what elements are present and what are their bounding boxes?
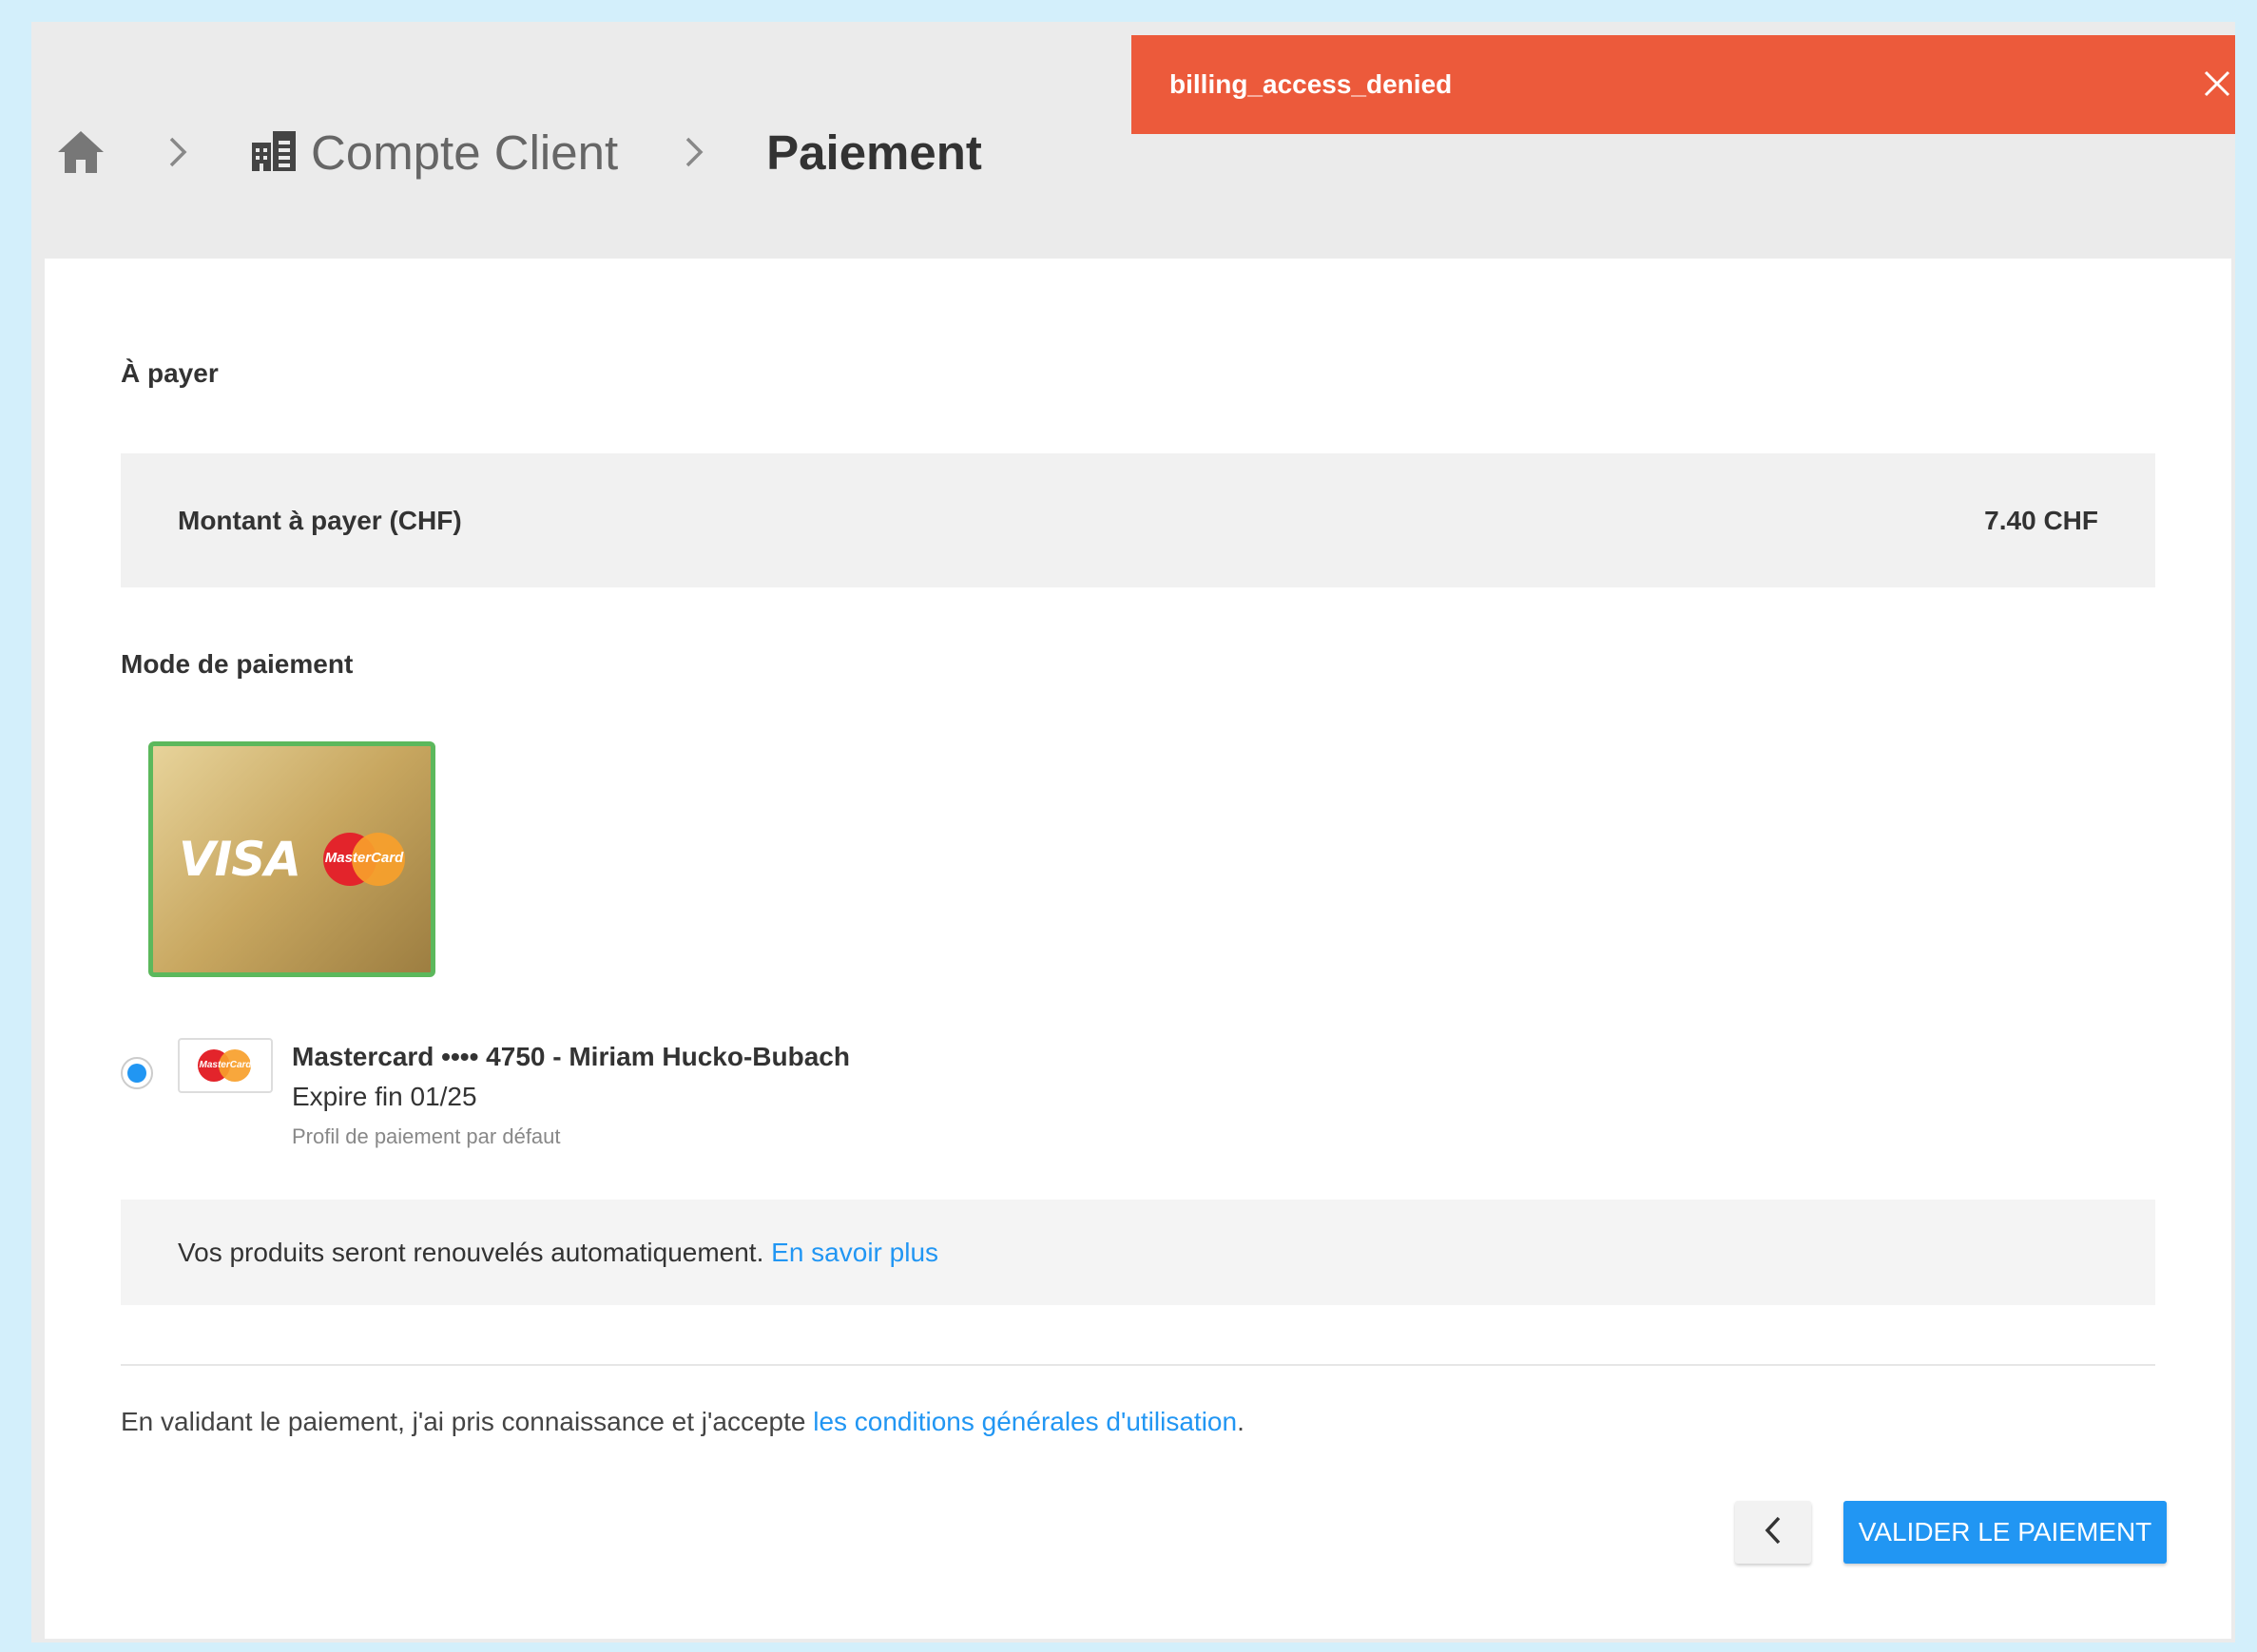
payment-method-heading: Mode de paiement (121, 649, 354, 679)
amount-row: Montant à payer (CHF) 7.40 CHF (121, 453, 2155, 587)
page-title: Paiement (766, 125, 982, 180)
card-title: Mastercard •••• 4750 - Miriam Hucko-Buba… (292, 1042, 850, 1071)
chevron-right-icon (681, 133, 709, 171)
breadcrumb: Compte Client Paiement (54, 100, 982, 204)
to-pay-heading: À payer (121, 358, 219, 388)
payment-method-details: Mastercard •••• 4750 - Miriam Hucko-Buba… (292, 1038, 850, 1156)
mastercard-logo: MasterCard (323, 833, 405, 886)
chevron-right-icon (164, 133, 193, 171)
terms-link[interactable]: les conditions générales d'utilisation (813, 1407, 1237, 1436)
terms-notice: En validant le paiement, j'ai pris conna… (121, 1407, 1244, 1437)
default-profile-note: Profil de paiement par défaut (292, 1124, 561, 1148)
amount-value: 7.40 CHF (1984, 505, 2098, 535)
home-icon[interactable] (54, 125, 107, 179)
toast-message: billing_access_denied (1169, 69, 1453, 99)
payment-method-radio[interactable] (121, 1057, 153, 1089)
breadcrumb-account[interactable]: Compte Client (250, 125, 618, 181)
visa-logo: VISA (178, 832, 301, 887)
card-payment-option[interactable]: VISA MasterCard (148, 741, 435, 977)
learn-more-link[interactable]: En savoir plus (771, 1238, 938, 1268)
saved-payment-method[interactable]: MasterCard Mastercard •••• 4750 - Miriam… (121, 1038, 850, 1156)
terms-suffix: . (1237, 1407, 1244, 1436)
payment-panel: À payer Montant à payer (CHF) 7.40 CHF M… (45, 259, 2231, 1639)
chevron-left-icon (1763, 1515, 1784, 1550)
error-toast: billing_access_denied (1131, 35, 2235, 134)
renewal-text: Vos produits seront renouvelés automatiq… (178, 1237, 764, 1267)
radio-selected-dot (127, 1064, 146, 1083)
app-frame: Compte Client Paiement billing_access_de… (31, 22, 2235, 1642)
amount-label: Montant à payer (CHF) (178, 505, 462, 535)
card-expiry: Expire fin 01/25 (292, 1082, 477, 1111)
renewal-notice: Vos produits seront renouvelés automatiq… (121, 1200, 2155, 1305)
close-icon[interactable] (2201, 67, 2233, 100)
breadcrumb-account-label[interactable]: Compte Client (311, 125, 618, 181)
mastercard-icon: MasterCard (178, 1038, 273, 1093)
validate-payment-button[interactable]: VALIDER LE PAIEMENT (1843, 1501, 2167, 1564)
back-button[interactable] (1735, 1501, 1811, 1564)
building-icon (250, 129, 298, 176)
divider (121, 1364, 2155, 1366)
terms-text: En validant le paiement, j'ai pris conna… (121, 1407, 814, 1436)
